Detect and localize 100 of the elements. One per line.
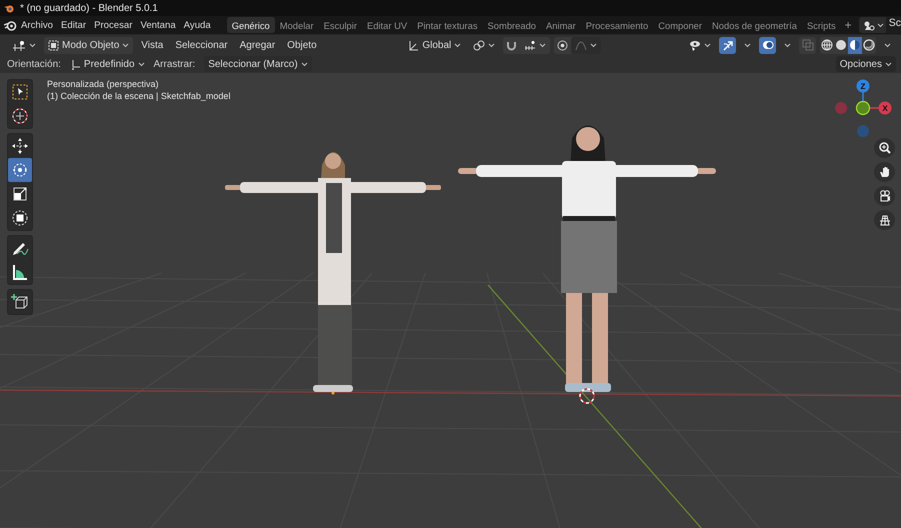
caret-icon [876,22,884,28]
rendered-shading-button[interactable] [862,36,876,54]
caret-icon [138,62,145,66]
magnet-icon [506,40,518,50]
caret-icon [590,42,598,48]
transform-tool[interactable] [8,206,32,230]
scale-box-icon [11,185,29,203]
zoom-button[interactable] [874,138,895,158]
move-arrows-icon [11,137,29,155]
axis-gizmo-drawing [835,80,892,137]
cursor-tool[interactable] [8,104,32,128]
caret-icon [704,42,712,48]
caret-icon [300,62,308,66]
caret-icon [539,42,546,48]
gizmo-toggle[interactable] [719,36,736,54]
material-shading-button[interactable] [848,36,862,54]
add-workspace-button[interactable]: + [840,17,856,33]
caret-icon [884,42,892,48]
window-title: * (no guardado) - Blender 5.0.1 [20,2,158,14]
caret-icon [744,42,752,48]
caret-icon [29,42,36,48]
transform-icon [11,209,29,227]
overlay-circles-icon [762,39,774,51]
scene-selector[interactable]: Sc [858,17,901,33]
workspace-tab[interactable]: Pintar texturas [412,17,483,33]
pan-button[interactable] [874,162,895,182]
workspace-tab[interactable]: Scripts [802,17,841,33]
wireframe-sphere-icon [821,39,834,51]
drag-label: Arrastrar: [154,58,196,70]
rotate-tool[interactable] [8,158,32,182]
mode-dropdown[interactable]: Modo Objeto [44,36,134,54]
3d-cursor-marker [579,388,595,404]
axis-label: Z [860,82,866,91]
blender-logo-icon [4,20,17,30]
workspace-tab[interactable]: Nodos de geometría [707,17,802,33]
menu-item[interactable]: Ayuda [180,17,215,33]
workspace-tab[interactable]: Sombreado [482,17,542,33]
menu-item[interactable]: Ventana [136,17,180,33]
workspace-tab[interactable]: Esculpir [318,17,362,33]
view-name: Personalizada (perspectiva) [47,79,160,89]
pencil-curve-tool[interactable] [8,236,32,260]
menu-item[interactable]: Editar [57,17,90,33]
drag-dropdown[interactable]: Seleccionar (Marco) [204,56,312,72]
object-box-icon [48,40,59,50]
menu-item[interactable]: Archivo [17,17,57,33]
snap-grid-icon [524,40,536,50]
workspace-tab[interactable]: Modelar [274,17,319,33]
target-dot-icon [557,40,568,50]
caret-icon [488,42,496,48]
workspace-tab[interactable]: Animar [541,17,581,33]
orientation-dropdown[interactable]: Predefinido [66,56,149,72]
select-box-tool[interactable] [8,80,32,104]
xray-squares-icon [802,39,814,51]
add-cube-tool[interactable] [8,290,32,314]
link-rings-icon [473,40,486,50]
collection-name: (1) Colección de la escena | Sketchfab_model [47,91,230,101]
move-arrows-tool[interactable] [8,134,32,158]
grid-plane-icon [878,214,890,226]
menu-item[interactable]: Procesar [90,17,136,33]
camera-view-button[interactable] [874,186,895,206]
solid-sphere-icon [835,39,848,51]
magnifier-plus-icon [878,142,890,154]
workspace-tab[interactable]: Componer [653,17,708,33]
eye-pointer-icon [689,40,702,50]
rotate-icon [11,161,29,179]
axis-arrows-icon [70,58,81,70]
axis-label: X [882,104,888,113]
menu-item[interactable]: Seleccionar [171,40,232,50]
menu-item[interactable]: Objeto [283,40,321,50]
menu-item[interactable]: Vista [137,40,168,50]
rendered-sphere-icon [863,39,876,51]
caret-icon [885,62,892,66]
origin-dot [332,392,334,394]
options-dropdown[interactable]: Opciones [836,56,896,72]
axes-grid-icon [12,40,26,50]
workspace-tab[interactable]: Genérico [226,17,275,33]
workspace-tab[interactable]: Editar UV [362,17,412,33]
workspace-tab[interactable]: Procesamiento [580,17,654,33]
xray-toggle[interactable] [799,36,816,54]
overlay-toggle[interactable] [759,36,776,54]
caret-icon [454,42,462,48]
camera-icon [878,190,890,202]
scene-name: Sc [886,17,901,33]
caret-icon [784,42,792,48]
menu-item[interactable]: Agregar [236,40,280,50]
ruler-angle-icon [11,263,29,281]
select-box-icon [11,83,29,101]
falloff-curve-icon [575,40,588,50]
scale-box-tool[interactable] [8,182,32,206]
hand-icon [878,166,890,178]
ortho-toggle-button[interactable] [874,210,895,230]
cursor-icon [11,107,29,125]
orientation-axes-icon [408,40,420,50]
wireframe-shading-button[interactable] [820,36,834,54]
scene-icon [862,20,875,30]
orientation-label: Orientación: [7,58,61,70]
gizmo-arrows-icon [722,39,734,51]
ruler-angle-tool[interactable] [8,260,32,284]
material-sphere-icon [849,39,862,51]
orientation-dropdown[interactable]: Global [404,36,466,54]
